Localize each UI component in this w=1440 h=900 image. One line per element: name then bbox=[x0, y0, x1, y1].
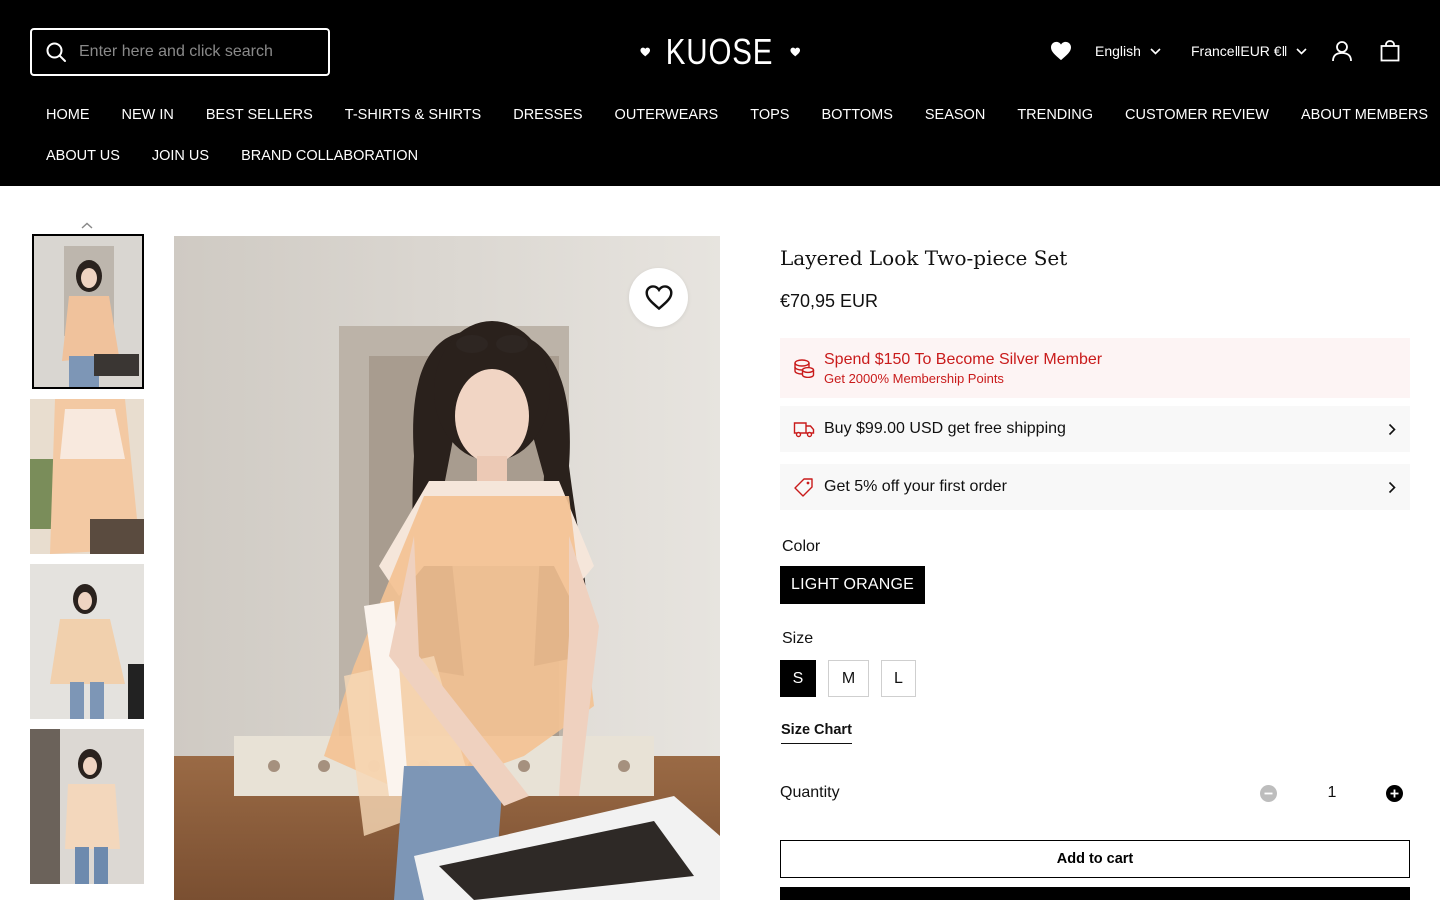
nav-item-bottoms[interactable]: BOTTOMS bbox=[821, 107, 892, 123]
bag-icon[interactable] bbox=[1380, 40, 1400, 62]
nav-item-join-us[interactable]: JOIN US bbox=[152, 148, 209, 164]
search-input[interactable] bbox=[79, 43, 319, 61]
product-thumbnail-5[interactable] bbox=[30, 894, 144, 900]
logo-heart-icon bbox=[640, 47, 651, 57]
free-shipping-text: Buy $99.00 USD get free shipping bbox=[824, 420, 1066, 437]
logo-heart-icon bbox=[789, 47, 800, 57]
search-box[interactable] bbox=[30, 28, 330, 76]
tag-icon bbox=[794, 478, 813, 497]
thumbnail-image bbox=[30, 399, 144, 554]
thumbnail-image bbox=[30, 564, 144, 719]
user-icon[interactable] bbox=[1331, 40, 1353, 62]
thumbnail-image bbox=[34, 236, 142, 387]
nav-item-tops[interactable]: TOPS bbox=[750, 107, 789, 123]
language-selector[interactable]: English bbox=[1095, 36, 1161, 66]
nav-item-new-in[interactable]: NEW IN bbox=[122, 107, 174, 123]
membership-promo[interactable]: Spend $150 To Become Silver Member Get 2… bbox=[780, 338, 1410, 398]
search-icon[interactable] bbox=[45, 41, 67, 63]
color-option-light-orange[interactable]: LIGHT ORANGE bbox=[780, 566, 925, 604]
nav-item-trending[interactable]: TRENDING bbox=[1017, 107, 1093, 123]
product-title: Layered Look Two-piece Set bbox=[780, 246, 1068, 270]
secondary-nav: ABOUT US JOIN US BRAND COLLABORATION bbox=[46, 148, 418, 164]
thumbnail-image bbox=[30, 729, 144, 884]
main-image-graphic bbox=[174, 236, 720, 900]
size-option-l[interactable]: L bbox=[881, 660, 916, 697]
product-thumbnail-2[interactable] bbox=[30, 399, 144, 554]
product-thumbnail-1[interactable] bbox=[32, 234, 144, 389]
nav-item-about-us[interactable]: ABOUT US bbox=[46, 148, 120, 164]
cart-link[interactable] bbox=[1380, 36, 1400, 66]
wishlist-link[interactable] bbox=[1050, 36, 1072, 66]
quantity-value[interactable]: 1 bbox=[1322, 784, 1342, 802]
truck-icon bbox=[793, 422, 815, 438]
membership-subtitle: Get 2000% Membership Points bbox=[824, 370, 1004, 386]
account-link[interactable] bbox=[1331, 36, 1353, 66]
heart-icon[interactable] bbox=[1050, 41, 1072, 61]
product-main-image[interactable] bbox=[174, 236, 720, 900]
nav-item-brand-collaboration[interactable]: BRAND COLLABORATION bbox=[241, 148, 418, 164]
plus-circle-icon[interactable] bbox=[1386, 785, 1403, 802]
nav-item-outerwears[interactable]: OUTERWEARS bbox=[615, 107, 719, 123]
coins-icon bbox=[794, 359, 815, 378]
quantity-label: Quantity bbox=[780, 784, 840, 801]
nav-item-season[interactable]: SEASON bbox=[925, 107, 985, 123]
logo-text: KUOSE bbox=[666, 31, 774, 72]
size-option-s[interactable]: S bbox=[780, 660, 816, 697]
size-chart-link[interactable]: Size Chart bbox=[781, 722, 852, 744]
product-price: €70,95 EUR bbox=[780, 291, 879, 311]
language-value[interactable]: English bbox=[1095, 43, 1141, 59]
nav-item-dresses[interactable]: DRESSES bbox=[513, 107, 582, 123]
minus-circle-icon[interactable] bbox=[1260, 785, 1277, 802]
first-order-text: Get 5% off your first order bbox=[824, 478, 1007, 495]
product-thumbnail-3[interactable] bbox=[30, 564, 144, 719]
size-label: Size bbox=[782, 630, 814, 647]
free-shipping-promo[interactable]: Buy $99.00 USD get free shipping bbox=[780, 406, 1410, 452]
chevron-right-icon bbox=[1388, 423, 1396, 435]
chevron-down-icon bbox=[1150, 47, 1161, 55]
color-label: Color bbox=[782, 538, 821, 555]
membership-title: Spend $150 To Become Silver Member bbox=[824, 350, 1103, 368]
product-thumbnail-4[interactable] bbox=[30, 729, 144, 884]
add-to-wishlist-button[interactable] bbox=[629, 268, 688, 327]
add-to-cart-button[interactable]: Add to cart bbox=[780, 840, 1410, 878]
heart-outline-icon[interactable] bbox=[644, 284, 674, 311]
size-option-m[interactable]: M bbox=[828, 660, 869, 697]
chevron-down-icon bbox=[1296, 47, 1307, 55]
buy-now-button[interactable] bbox=[780, 887, 1410, 900]
currency-value[interactable]: France‖EUR €‖ bbox=[1191, 43, 1287, 59]
nav-item-home[interactable]: HOME bbox=[46, 107, 90, 123]
brand-logo[interactable]: KUOSE bbox=[640, 30, 800, 74]
nav-item-customer-review[interactable]: CUSTOMER REVIEW bbox=[1125, 107, 1269, 123]
chevron-right-icon bbox=[1388, 481, 1396, 493]
first-order-promo[interactable]: Get 5% off your first order bbox=[780, 464, 1410, 510]
chevron-up-icon[interactable] bbox=[81, 222, 93, 229]
membership-text: Spend $150 To Become Silver Member Get 2… bbox=[824, 351, 1102, 386]
nav-item-t-shirts-shirts[interactable]: T-SHIRTS & SHIRTS bbox=[345, 107, 481, 123]
main-nav: HOME NEW IN BEST SELLERS T-SHIRTS & SHIRTS D… bbox=[46, 107, 1428, 123]
nav-item-about-members[interactable]: ABOUT MEMBERS bbox=[1301, 107, 1428, 123]
nav-item-best-sellers[interactable]: BEST SELLERS bbox=[206, 107, 313, 123]
currency-selector[interactable]: France‖EUR €‖ bbox=[1191, 36, 1307, 66]
site-header: KUOSE English France‖EUR €‖ HOME NEW IN BE… bbox=[0, 0, 1440, 186]
